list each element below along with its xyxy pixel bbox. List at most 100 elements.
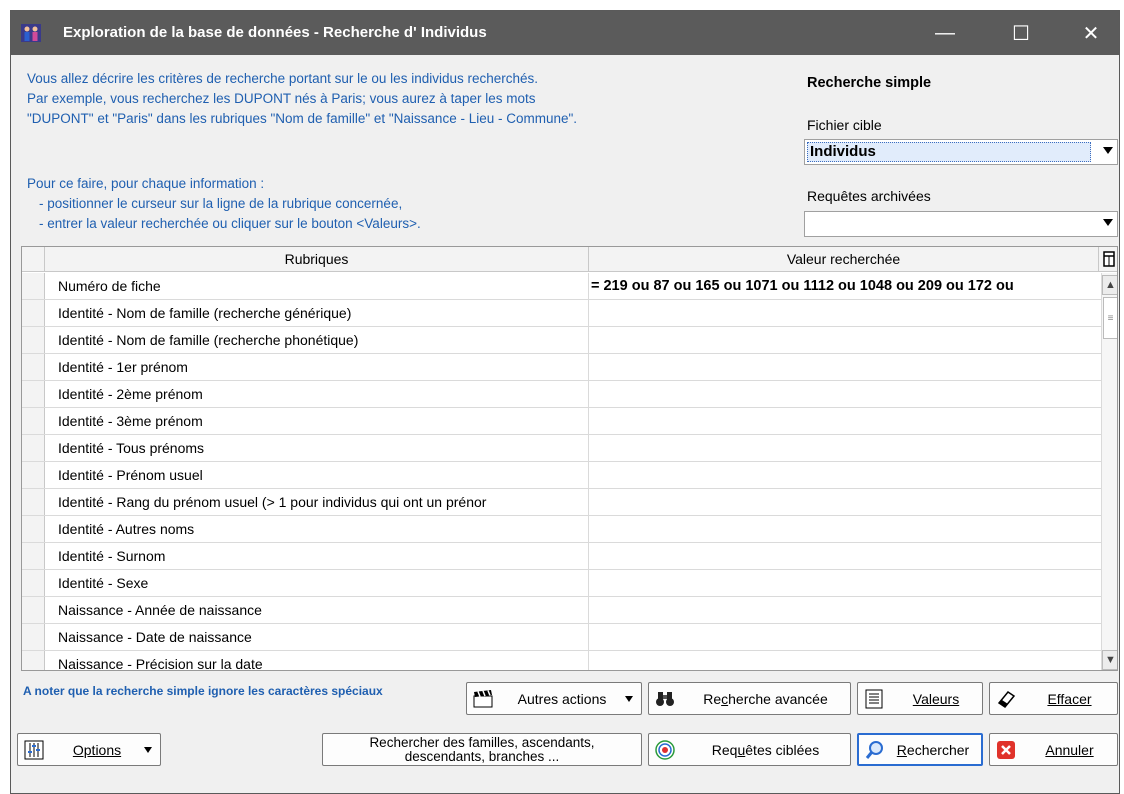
rubrique-cell[interactable]: Identité - Autres noms xyxy=(45,516,589,542)
rubrique-cell[interactable]: Identité - 1er prénom xyxy=(45,354,589,380)
valeur-cell[interactable] xyxy=(589,489,1101,515)
valeur-cell[interactable] xyxy=(589,624,1101,650)
rubrique-cell[interactable]: Identité - Prénom usuel xyxy=(45,462,589,488)
row-selector[interactable] xyxy=(22,624,45,650)
title-bar[interactable]: Exploration de la base de données - Rech… xyxy=(11,11,1119,55)
row-selector[interactable] xyxy=(22,651,45,670)
valeur-cell[interactable] xyxy=(589,651,1101,670)
intro-line: Par exemple, vous recherchez les DUPONT … xyxy=(27,91,536,106)
close-button[interactable]: ✕ xyxy=(1067,11,1115,55)
table-row[interactable]: Identité - Nom de famille (recherche pho… xyxy=(22,327,1101,354)
valeur-cell[interactable] xyxy=(589,354,1101,380)
search-families-button[interactable]: Rechercher des familles, ascendants, des… xyxy=(322,733,642,766)
row-selector[interactable] xyxy=(22,435,45,461)
valeur-cell[interactable] xyxy=(589,597,1101,623)
targeted-queries-label: Requêtes ciblées xyxy=(681,742,850,758)
table-row[interactable]: Naissance - Date de naissance xyxy=(22,624,1101,651)
valeur-cell[interactable] xyxy=(589,516,1101,542)
archived-queries-select[interactable] xyxy=(804,211,1118,237)
chevron-down-icon xyxy=(625,695,633,702)
row-selector[interactable] xyxy=(22,300,45,326)
table-row[interactable]: Identité - Prénom usuel xyxy=(22,462,1101,489)
cancel-button[interactable]: Annuler xyxy=(989,733,1118,766)
intro-line: Vous allez décrire les critères de reche… xyxy=(27,71,539,86)
rubrique-cell[interactable]: Naissance - Date de naissance xyxy=(45,624,589,650)
simple-search-title: Recherche simple xyxy=(807,75,932,91)
chevron-down-icon xyxy=(1103,147,1113,154)
table-row[interactable]: Identité - 3ème prénom xyxy=(22,408,1101,435)
table-row[interactable]: Identité - 1er prénom xyxy=(22,354,1101,381)
table-row[interactable]: Identité - 2ème prénom xyxy=(22,381,1101,408)
valeur-cell[interactable] xyxy=(589,462,1101,488)
scroll-down-icon[interactable]: ▼ xyxy=(1102,650,1117,670)
table-row[interactable]: Identité - Autres noms xyxy=(22,516,1101,543)
row-selector[interactable] xyxy=(22,273,45,299)
rubrique-cell[interactable]: Numéro de fiche xyxy=(45,273,589,299)
row-selector[interactable] xyxy=(22,381,45,407)
values-button[interactable]: Valeurs xyxy=(857,682,983,715)
advanced-search-label-part: Re xyxy=(703,690,722,707)
rubrique-cell[interactable]: Identité - Nom de famille (recherche gén… xyxy=(45,300,589,326)
valeur-cell[interactable] xyxy=(589,543,1101,569)
rubrique-cell[interactable]: Identité - Rang du prénom usuel (> 1 pou… xyxy=(45,489,589,515)
list-icon xyxy=(865,689,883,708)
advanced-search-button[interactable]: Recherche avancée xyxy=(648,682,851,715)
table-row[interactable]: Identité - Rang du prénom usuel (> 1 pou… xyxy=(22,489,1101,516)
targeted-queries-button[interactable]: Requêtes ciblées xyxy=(648,733,851,766)
rubrique-cell[interactable]: Identité - Nom de famille (recherche pho… xyxy=(45,327,589,353)
advanced-search-label-part: herche avancée xyxy=(728,690,828,707)
targeted-queries-label-part: êtes ciblées xyxy=(745,741,820,758)
row-selector[interactable] xyxy=(22,408,45,434)
maximize-button[interactable]: ☐ xyxy=(997,11,1045,55)
grid-scrollbar[interactable]: ▲ ≡ ▼ xyxy=(1101,273,1117,670)
row-selector[interactable] xyxy=(22,570,45,596)
table-row[interactable]: Identité - Nom de famille (recherche gén… xyxy=(22,300,1101,327)
table-row[interactable]: Naissance - Année de naissance xyxy=(22,597,1101,624)
table-row[interactable]: Identité - Surnom xyxy=(22,543,1101,570)
scroll-up-icon[interactable]: ▲ xyxy=(1102,275,1117,295)
search-label-part: echercher xyxy=(906,741,970,758)
table-row[interactable]: Naissance - Précision sur la date xyxy=(22,651,1101,670)
options-button[interactable]: Options xyxy=(17,733,161,766)
minimize-button[interactable]: — xyxy=(921,11,969,55)
rubrique-cell[interactable]: Identité - Tous prénoms xyxy=(45,435,589,461)
table-row[interactable]: Numéro de fiche = 219 ou 87 ou 165 ou 107… xyxy=(22,273,1101,300)
row-selector[interactable] xyxy=(22,462,45,488)
column-chooser-button[interactable] xyxy=(1099,247,1117,272)
close-icon: ✕ xyxy=(1082,22,1100,45)
valeur-cell[interactable] xyxy=(589,300,1101,326)
row-selector[interactable] xyxy=(22,597,45,623)
valeur-cell[interactable]: = 219 ou 87 ou 165 ou 1071 ou 1112 ou 10… xyxy=(589,273,1101,299)
clear-button[interactable]: Effacer xyxy=(989,682,1118,715)
valeur-cell[interactable] xyxy=(589,435,1101,461)
valeur-cell[interactable] xyxy=(589,327,1101,353)
row-selector[interactable] xyxy=(22,543,45,569)
intro-line: - positionner le curseur sur la ligne de… xyxy=(39,196,403,211)
rubrique-cell[interactable]: Identité - Sexe xyxy=(45,570,589,596)
header-rubriques[interactable]: Rubriques xyxy=(45,247,589,272)
chevron-down-icon xyxy=(144,746,152,753)
rubrique-cell[interactable]: Naissance - Année de naissance xyxy=(45,597,589,623)
valeur-cell[interactable] xyxy=(589,570,1101,596)
target-file-select[interactable]: Individus xyxy=(804,139,1118,165)
target-file-value: Individus xyxy=(807,142,1091,162)
valeur-cell[interactable] xyxy=(589,381,1101,407)
rubrique-cell[interactable]: Identité - 3ème prénom xyxy=(45,408,589,434)
values-label: Valeurs xyxy=(912,690,960,707)
row-selector[interactable] xyxy=(22,516,45,542)
other-actions-button[interactable]: Autres actions xyxy=(466,682,642,715)
row-selector[interactable] xyxy=(22,354,45,380)
valeur-cell[interactable] xyxy=(589,408,1101,434)
header-valeur[interactable]: Valeur recherchée xyxy=(589,247,1099,272)
table-row[interactable]: Identité - Tous prénoms xyxy=(22,435,1101,462)
rubrique-cell[interactable]: Naissance - Précision sur la date xyxy=(45,651,589,670)
rubrique-cell[interactable]: Identité - Surnom xyxy=(45,543,589,569)
search-button[interactable]: Rechercher xyxy=(857,733,983,766)
row-selector[interactable] xyxy=(22,327,45,353)
rubrique-cell[interactable]: Identité - 2ème prénom xyxy=(45,381,589,407)
chevron-down-icon xyxy=(1103,219,1113,226)
scroll-thumb[interactable]: ≡ xyxy=(1103,297,1117,339)
options-label: Options xyxy=(72,741,122,758)
row-selector[interactable] xyxy=(22,489,45,515)
table-row[interactable]: Identité - Sexe xyxy=(22,570,1101,597)
